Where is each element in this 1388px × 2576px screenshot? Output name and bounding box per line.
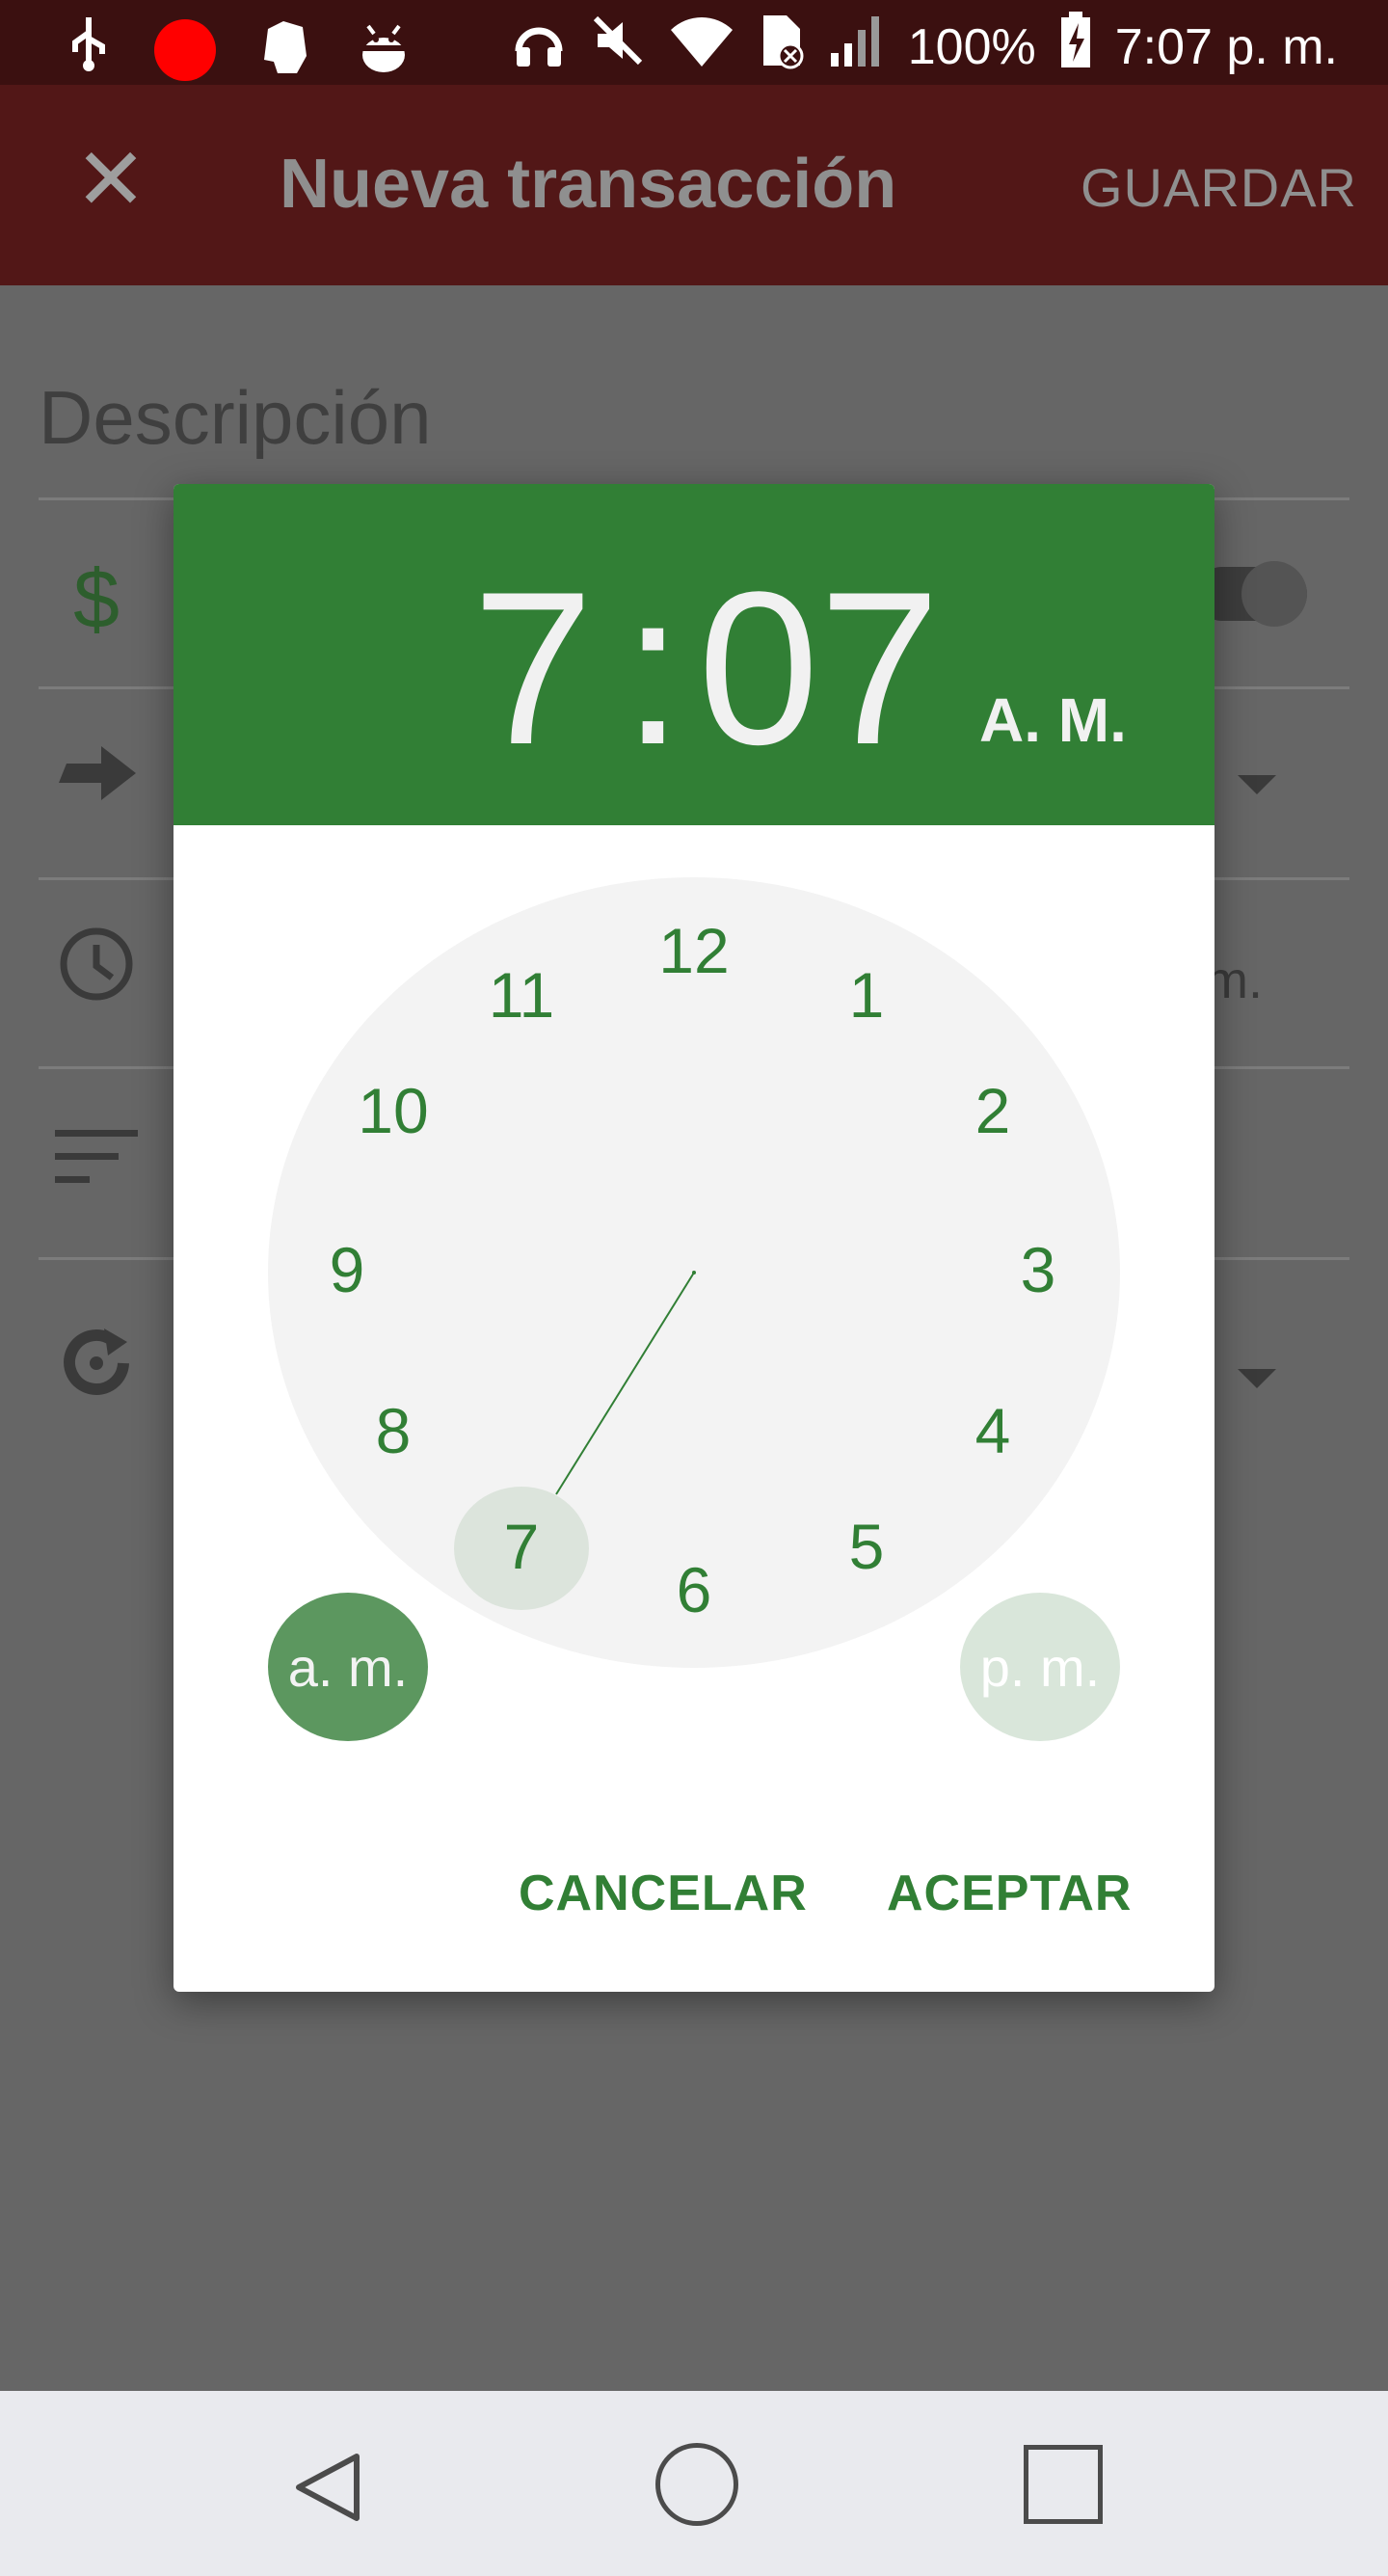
usb-icon: [66, 13, 112, 86]
android-debug-icon: [355, 20, 413, 79]
headphones-icon: [511, 13, 567, 81]
time-picker-dialog: 7 : 07 A. M. 12 1 2 3 4 5 6 7 8 9 10 11 …: [174, 484, 1214, 1992]
chevron-down-icon[interactable]: [1238, 1369, 1276, 1388]
status-time: 7:07 p. m.: [1114, 18, 1338, 75]
chevron-down-icon[interactable]: [1238, 775, 1276, 794]
clock-number-12[interactable]: 12: [658, 919, 729, 982]
repeat-icon: [48, 1323, 145, 1419]
close-icon[interactable]: ✕: [67, 137, 154, 224]
clock-number-10[interactable]: 10: [358, 1079, 428, 1142]
selected-hour[interactable]: 7: [472, 559, 594, 777]
save-button[interactable]: GUARDAR: [1081, 156, 1357, 219]
sim-error-icon: [758, 12, 806, 82]
selected-period[interactable]: A. M.: [979, 684, 1127, 756]
signal-icon: [829, 13, 885, 81]
amount-icon: $: [73, 553, 120, 646]
toggle-knob: [1241, 561, 1307, 627]
description-field[interactable]: Descripción: [39, 374, 431, 462]
battery-percent: 100%: [907, 18, 1036, 75]
clock-number-1[interactable]: 1: [849, 963, 885, 1027]
clock-number-6[interactable]: 6: [677, 1558, 712, 1622]
navigation-bar: [0, 2391, 1388, 2576]
clock-number-11[interactable]: 11: [489, 963, 555, 1027]
wifi-icon: [669, 13, 734, 81]
mute-icon: [590, 13, 646, 81]
am-button[interactable]: a. m.: [268, 1593, 428, 1741]
clock-number-9[interactable]: 9: [330, 1238, 365, 1301]
arrow-right-icon: [48, 735, 145, 831]
back-icon[interactable]: [291, 2451, 364, 2529]
home-icon[interactable]: [655, 2443, 738, 2526]
recent-apps-icon[interactable]: [1024, 2445, 1103, 2524]
clock-icon: [48, 926, 145, 1022]
notes-icon: [48, 1114, 145, 1211]
status-bar: 100% 7:07 p. m.: [0, 0, 1388, 85]
clock-number-8[interactable]: 8: [376, 1399, 412, 1462]
battery-charging-icon: [1059, 12, 1092, 82]
accept-button[interactable]: ACEPTAR: [887, 1865, 1132, 1922]
clock-number-5[interactable]: 5: [849, 1515, 885, 1578]
clock-number-3[interactable]: 3: [1021, 1238, 1056, 1301]
record-icon: [154, 18, 216, 81]
clock-number-7[interactable]: 7: [504, 1515, 540, 1578]
cancel-button[interactable]: CANCELAR: [519, 1865, 808, 1922]
evernote-icon: [258, 17, 312, 82]
clock-number-4[interactable]: 4: [975, 1399, 1011, 1462]
time-separator: :: [623, 546, 683, 790]
clock-face[interactable]: [268, 877, 1120, 1668]
page-title: Nueva transacción: [280, 146, 897, 223]
app-bar: ✕ Nueva transacción GUARDAR: [0, 85, 1388, 285]
time-picker-header: 7 : 07 A. M.: [174, 484, 1214, 825]
selected-minute[interactable]: 07: [698, 559, 940, 777]
pm-button[interactable]: p. m.: [960, 1593, 1120, 1741]
clock-number-2[interactable]: 2: [975, 1079, 1011, 1142]
